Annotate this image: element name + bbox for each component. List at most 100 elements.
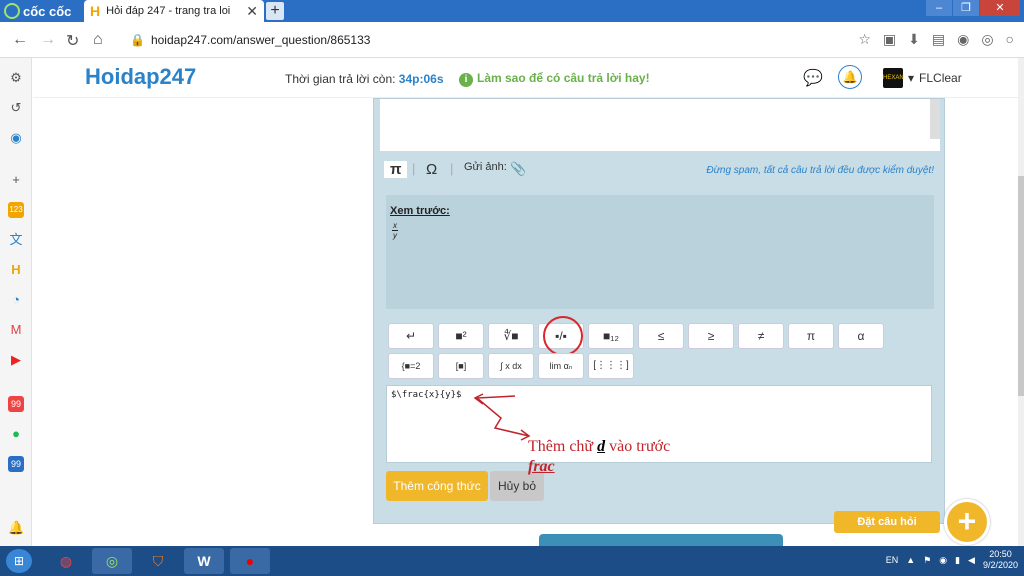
spotify-icon[interactable]: ●: [8, 426, 24, 442]
red-arrow-annotation: [473, 393, 531, 441]
browser-titlebar: cốc cốc H Hỏi đáp 247 - trang tra loi ✕ …: [0, 0, 1024, 22]
formula-preview: Xem trước: x y: [386, 195, 934, 309]
pi-button[interactable]: π: [788, 323, 834, 349]
annotation-text-line2: frac: [528, 458, 555, 475]
page-scrollbar-thumb[interactable]: [1018, 176, 1024, 396]
extension-icon[interactable]: ▣: [883, 31, 896, 48]
preview-denominator: y: [393, 231, 397, 240]
submit-answer-button[interactable]: Gửi trả lời: [539, 534, 783, 546]
history-icon[interactable]: ↺: [8, 100, 24, 116]
url-text: hoidap247.com/answer_question/865133: [150, 33, 371, 47]
window-close-icon[interactable]: ✕: [980, 0, 1020, 16]
coccoc-taskbar-icon[interactable]: ◎: [92, 548, 132, 574]
profile-icon[interactable]: ○: [1006, 31, 1014, 48]
app-123-icon[interactable]: 123: [8, 202, 24, 218]
tiki-icon[interactable]: 99: [8, 456, 24, 472]
timer-label: Thời gian trả lời còn:: [285, 72, 396, 86]
info-icon: i: [459, 73, 473, 87]
word-icon[interactable]: W: [184, 548, 224, 574]
tab-close-icon[interactable]: ✕: [246, 3, 258, 20]
add-formula-button[interactable]: Thêm công thức: [386, 471, 488, 501]
tray-arrow-icon[interactable]: ▲: [906, 555, 915, 565]
notifications-bell-icon[interactable]: 🔔: [8, 520, 24, 536]
avatar: HEXAN: [883, 68, 904, 88]
shield-icon[interactable]: ⛉: [138, 548, 178, 574]
annotation-pre: Thêm chữ: [528, 438, 598, 455]
app-99-icon[interactable]: 99: [8, 396, 24, 412]
table-button[interactable]: [⋮⋮⋮]: [588, 353, 634, 379]
alpha-button[interactable]: α: [838, 323, 884, 349]
add-app-icon[interactable]: +: [8, 172, 24, 188]
timer-value: 34p:06s: [398, 72, 444, 86]
network-icon[interactable]: ▮: [955, 555, 960, 566]
extension-color-icon[interactable]: ◉: [957, 31, 969, 48]
paperclip-icon[interactable]: 📎: [510, 161, 526, 177]
recorder-icon[interactable]: ●: [230, 548, 270, 574]
limit-button[interactable]: lim αₙ: [538, 353, 584, 379]
app-blue-icon[interactable]: ◔: [8, 292, 24, 308]
user-menu[interactable]: HEXAN ▾ FLClear: [883, 68, 962, 88]
url-field[interactable]: 🔒 hoidap247.com/answer_question/865133: [130, 33, 370, 47]
browser-tab[interactable]: H Hỏi đáp 247 - trang tra loi ✕: [84, 0, 264, 22]
red-circle-annotation: [543, 316, 583, 356]
superscript-button[interactable]: ■²: [438, 323, 484, 349]
translate-icon[interactable]: 文: [8, 232, 24, 248]
back-icon[interactable]: ←: [12, 31, 28, 49]
forward-icon[interactable]: →: [40, 31, 56, 49]
clock[interactable]: 20:50 9/2/2020: [983, 549, 1018, 571]
messenger-icon[interactable]: ◉: [8, 130, 24, 146]
reload-icon[interactable]: ↻: [66, 31, 79, 51]
maximize-icon[interactable]: ❐: [953, 0, 979, 16]
username: FLClear: [919, 71, 962, 85]
editor-scrollbar[interactable]: [930, 99, 940, 139]
ask-question-plus-button[interactable]: +: [944, 499, 990, 545]
browser-brand[interactable]: cốc cốc: [4, 3, 71, 19]
integral-button[interactable]: ∫ x dx: [488, 353, 534, 379]
settings-gear-icon[interactable]: ⚙: [8, 70, 24, 86]
language-indicator[interactable]: EN: [886, 555, 899, 565]
upload-image-label[interactable]: Gửi ảnh:: [464, 161, 507, 173]
volume-icon[interactable]: ◀: [968, 555, 975, 566]
system-button[interactable]: {■=2: [388, 353, 434, 379]
latex-value: $\frac{x}{y}$: [391, 390, 462, 400]
answer-panel: π | Ω | Gửi ảnh: 📎 Đừng spam, tất cả câu…: [373, 98, 945, 524]
ask-question-label[interactable]: Đặt câu hỏi: [834, 511, 940, 533]
editor-toolbar: π | Ω | Gửi ảnh: 📎 Đừng spam, tất cả câu…: [380, 157, 940, 183]
hoidap-app-icon[interactable]: H: [8, 262, 24, 278]
howto-link[interactable]: i Làm sao để có câu trả lời hay!: [459, 71, 650, 87]
site-header: Hoidap247 Thời gian trả lời còn: 34p:06s…: [33, 58, 1018, 98]
chrome-icon[interactable]: ◍: [46, 548, 86, 574]
newline-button[interactable]: ↵: [388, 323, 434, 349]
math-pi-icon[interactable]: π: [384, 161, 408, 178]
sync-icon[interactable]: ◎: [981, 31, 993, 48]
download-icon[interactable]: ⬇: [908, 31, 920, 48]
extension-flag-icon[interactable]: ▤: [932, 31, 945, 48]
coccoc-logo-icon: [4, 3, 20, 19]
clock-time: 20:50: [989, 549, 1012, 559]
omega-symbols-icon[interactable]: Ω: [426, 161, 437, 178]
howto-label: Làm sao để có câu trả lời hay!: [477, 71, 650, 85]
chat-icon[interactable]: 💬: [803, 68, 823, 88]
start-button[interactable]: ⊞: [6, 549, 32, 573]
home-icon[interactable]: ⌂: [93, 31, 103, 49]
answer-editor[interactable]: [380, 99, 940, 151]
site-logo[interactable]: Hoidap247: [85, 64, 196, 90]
leq-button[interactable]: ≤: [638, 323, 684, 349]
root-button[interactable]: ∜■: [488, 323, 534, 349]
geq-button[interactable]: ≥: [688, 323, 734, 349]
app-tray-icon[interactable]: ◉: [939, 555, 947, 566]
browser-brand-label: cốc cốc: [23, 3, 72, 19]
clock-date: 9/2/2020: [982, 560, 1018, 570]
bookmark-star-icon[interactable]: ☆: [858, 31, 871, 48]
neq-button[interactable]: ≠: [738, 323, 784, 349]
new-tab-button[interactable]: +: [266, 2, 284, 20]
flag-icon[interactable]: ⚑: [923, 555, 931, 566]
youtube-icon[interactable]: ▶: [8, 352, 24, 368]
notification-bell-icon[interactable]: 🔔: [838, 65, 862, 89]
minimize-icon[interactable]: –: [926, 0, 952, 16]
annotation-post: vào trước: [605, 438, 671, 455]
matrix-button[interactable]: [■]: [438, 353, 484, 379]
gmail-icon[interactable]: M: [8, 322, 24, 338]
subscript-button[interactable]: ■₁₂: [588, 323, 634, 349]
lock-icon: 🔒: [130, 33, 145, 47]
